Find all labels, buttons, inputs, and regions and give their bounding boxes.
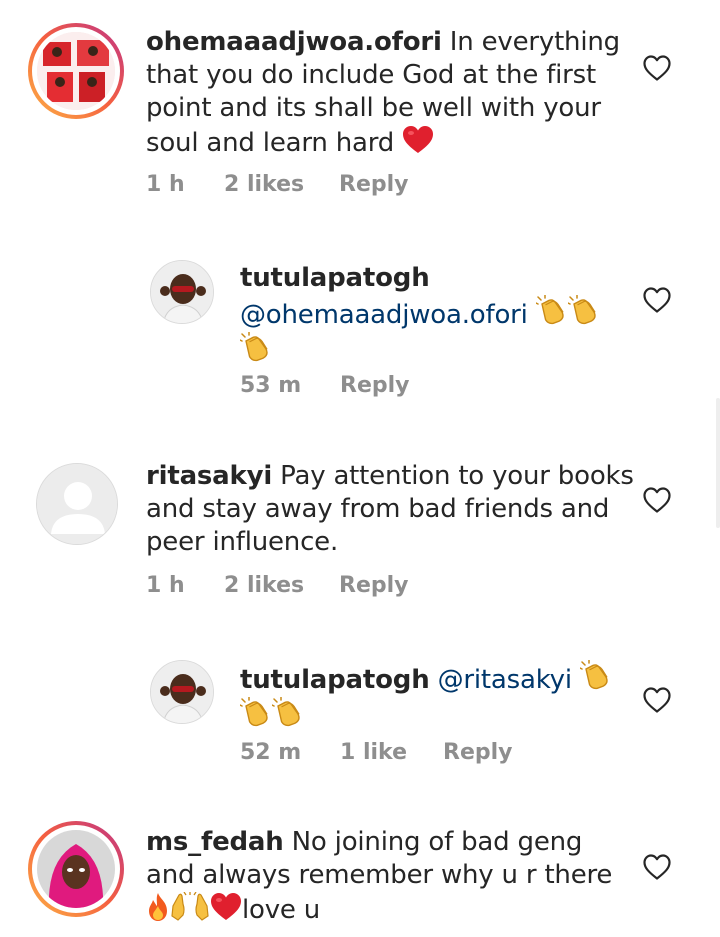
comment-text: peer influence. (146, 527, 339, 557)
comment-username[interactable]: ohemaaadjwoa.ofori (146, 27, 442, 57)
avatar[interactable] (150, 260, 214, 324)
comment-username[interactable]: ms_fedah (146, 827, 284, 857)
reply-tutulapatogh-1: tutulapatogh @ohemaaadjwoa.ofori 53 m Re… (0, 240, 720, 420)
story-ring[interactable] (27, 22, 125, 120)
mention-link[interactable]: @ohemaaadjwoa.ofori (240, 300, 528, 330)
raised-hands-emoji (170, 892, 210, 922)
avatar[interactable] (37, 830, 115, 908)
comment-username[interactable]: ritasakyi (146, 461, 272, 491)
comment-text: and stay away from bad friends and (146, 494, 610, 524)
heart-outline-icon[interactable] (642, 486, 672, 514)
comment-text: and always remember why u r there (146, 860, 613, 890)
comment-username[interactable]: tutulapatogh (240, 262, 640, 295)
comment-ohemaaadjwoa: ohemaaadjwoa.ofori In everything that yo… (0, 0, 720, 220)
heart-outline-icon[interactable] (642, 686, 672, 714)
comment-time: 1 h (146, 573, 185, 598)
comment-ms-fedah: ms_fedah No joining of bad geng and alwa… (0, 810, 720, 937)
comment-body: ms_fedah No joining of bad geng and alwa… (146, 826, 636, 927)
comment-likes[interactable]: 1 like (340, 740, 407, 766)
comment-text: that you do include God at the first (146, 60, 596, 90)
clapping-hands-emoji (536, 295, 568, 327)
red-heart-emoji (402, 125, 434, 155)
clapping-hands-emoji (240, 332, 272, 364)
story-ring[interactable] (27, 820, 125, 918)
comment-text: No joining of bad geng (283, 827, 583, 857)
comment-body: tutulapatogh @ritasakyi (240, 660, 640, 734)
avatar[interactable] (150, 660, 214, 724)
comment-username[interactable]: tutulapatogh (240, 665, 430, 695)
reply-tutulapatogh-2: tutulapatogh @ritasakyi 52 m 1 like Repl… (0, 640, 720, 800)
comment-likes[interactable]: 2 likes (224, 573, 304, 599)
heart-outline-icon[interactable] (642, 853, 672, 881)
fire-emoji (146, 892, 170, 922)
comment-likes[interactable]: 2 likes (224, 172, 304, 198)
comment-body: tutulapatogh @ohemaaadjwoa.ofori (240, 262, 640, 369)
clapping-hands-emoji (272, 697, 304, 729)
comment-text: Pay attention to your books (272, 461, 634, 491)
mention-link[interactable]: @ritasakyi (438, 665, 572, 695)
heart-outline-icon[interactable] (642, 54, 672, 82)
comment-text: love u (242, 895, 321, 925)
comment-time: 53 m (240, 373, 302, 398)
reply-button[interactable]: Reply (443, 740, 513, 766)
clapping-hands-emoji (580, 660, 612, 692)
reply-button[interactable]: Reply (339, 172, 409, 198)
comment-text: In everything (441, 27, 620, 57)
reply-button[interactable]: Reply (339, 573, 409, 599)
comment-text: point and its shall be well with your (146, 93, 601, 123)
red-heart-emoji (210, 892, 242, 922)
comment-time: 52 m (240, 740, 302, 765)
comment-ritasakyi: ritasakyi Pay attention to your books an… (0, 440, 720, 630)
avatar-placeholder[interactable] (36, 463, 118, 545)
avatar[interactable] (37, 32, 115, 110)
comment-text: soul and learn hard (146, 128, 395, 158)
comment-time: 1 h (146, 172, 185, 197)
heart-outline-icon[interactable] (642, 286, 672, 314)
comment-body: ohemaaadjwoa.ofori In everything that yo… (146, 26, 636, 160)
clapping-hands-emoji (240, 697, 272, 729)
reply-button[interactable]: Reply (340, 373, 410, 399)
comment-body: ritasakyi Pay attention to your books an… (146, 460, 636, 559)
clapping-hands-emoji (568, 295, 600, 327)
scrollbar[interactable] (716, 398, 720, 528)
